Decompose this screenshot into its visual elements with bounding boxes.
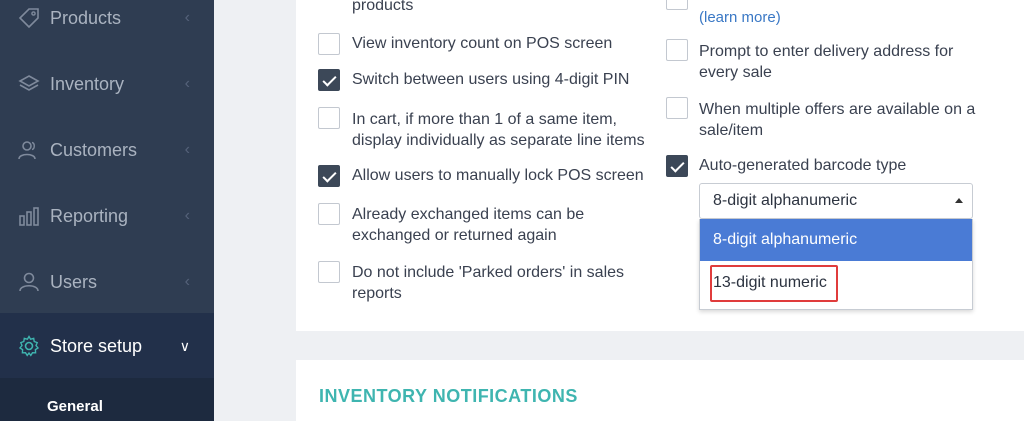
select-value: 8-digit alphanumeric (713, 192, 858, 209)
annotation-highlight-box (710, 265, 838, 302)
checkbox-exchanged-items[interactable] (318, 203, 340, 225)
sidebar-item-inventory[interactable]: Inventory ‹ (0, 51, 214, 117)
sidebar-item-users[interactable]: Users ‹ (0, 249, 214, 315)
sidebar-item-label: Store setup (50, 335, 143, 356)
option-label: Auto-generated barcode type (699, 157, 907, 174)
sidebar-item-customers[interactable]: Customers ‹ (0, 117, 214, 183)
tag-icon (18, 8, 39, 29)
option-label: Allow users to manually lock POS screen (352, 167, 644, 184)
sidebar-subitem-label: General (47, 398, 103, 415)
sidebar-item-label: Products (50, 7, 122, 28)
option-label: 8-digit alphanumeric (713, 231, 858, 248)
section-title: INVENTORY NOTIFICATIONS (319, 386, 578, 406)
sidebar-item-store-setup[interactable]: Store setup ∨ (0, 313, 214, 379)
checkbox-partial-hidden[interactable] (666, 0, 688, 10)
sidebar-item-label: Customers (50, 139, 138, 160)
active-indicator (1015, 336, 1024, 354)
option-label: When multiple offers are available on a … (699, 101, 976, 139)
checkbox-multiple-offers[interactable] (666, 97, 688, 119)
customers-icon (18, 141, 36, 160)
option-text-continuation: products (352, 0, 414, 14)
inventory-notifications-card: INVENTORY NOTIFICATIONS (296, 360, 1024, 421)
sidebar-item-label: Reporting (50, 205, 129, 226)
sidebar-item-label: Inventory (50, 73, 125, 94)
user-icon (19, 272, 39, 292)
option-label: In cart, if more than 1 of a same item, … (352, 111, 645, 149)
option-label: Prompt to enter delivery address for eve… (699, 43, 954, 81)
option-label: Do not include 'Parked orders' in sales … (352, 264, 625, 302)
checkbox-exclude-parked-orders[interactable] (318, 261, 340, 283)
checkbox-auto-barcode[interactable] (666, 155, 688, 177)
chevron-left-icon: ‹ (184, 75, 190, 92)
caret-up-icon (955, 198, 963, 203)
sidebar-subitem-general[interactable]: General (0, 378, 214, 421)
option-label: View inventory count on POS screen (352, 35, 613, 52)
bar-chart-icon (19, 207, 39, 226)
barcode-type-select[interactable]: 8-digit alphanumeric (699, 183, 973, 219)
sidebar: Products ‹ Inventory ‹ Customers ‹ Repor… (0, 0, 214, 421)
layers-icon (18, 75, 40, 91)
checkbox-separate-line-items[interactable] (318, 107, 340, 129)
chevron-left-icon: ‹ (184, 141, 190, 158)
checkbox-lock-pos-screen[interactable] (318, 165, 340, 187)
chevron-left-icon: ‹ (184, 273, 190, 290)
option-label: Switch between users using 4-digit PIN (352, 71, 630, 88)
option-label: Already exchanged items can be exchanged… (352, 206, 585, 244)
sidebar-item-label: Users (50, 271, 98, 292)
chevron-down-icon: ∨ (179, 337, 190, 354)
sidebar-item-products[interactable]: Products ‹ (0, 0, 214, 51)
checkbox-delivery-address[interactable] (666, 39, 688, 61)
chevron-left-icon: ‹ (184, 9, 190, 26)
learn-more-link[interactable]: (learn more) (699, 9, 781, 26)
dropdown-option-8-digit[interactable]: 8-digit alphanumeric (700, 219, 972, 261)
sidebar-item-reporting[interactable]: Reporting ‹ (0, 183, 214, 249)
gear-icon (18, 335, 40, 357)
chevron-left-icon: ‹ (184, 207, 190, 224)
checkbox-view-inventory-count[interactable] (318, 33, 340, 55)
checkbox-switch-users-pin[interactable] (318, 69, 340, 91)
